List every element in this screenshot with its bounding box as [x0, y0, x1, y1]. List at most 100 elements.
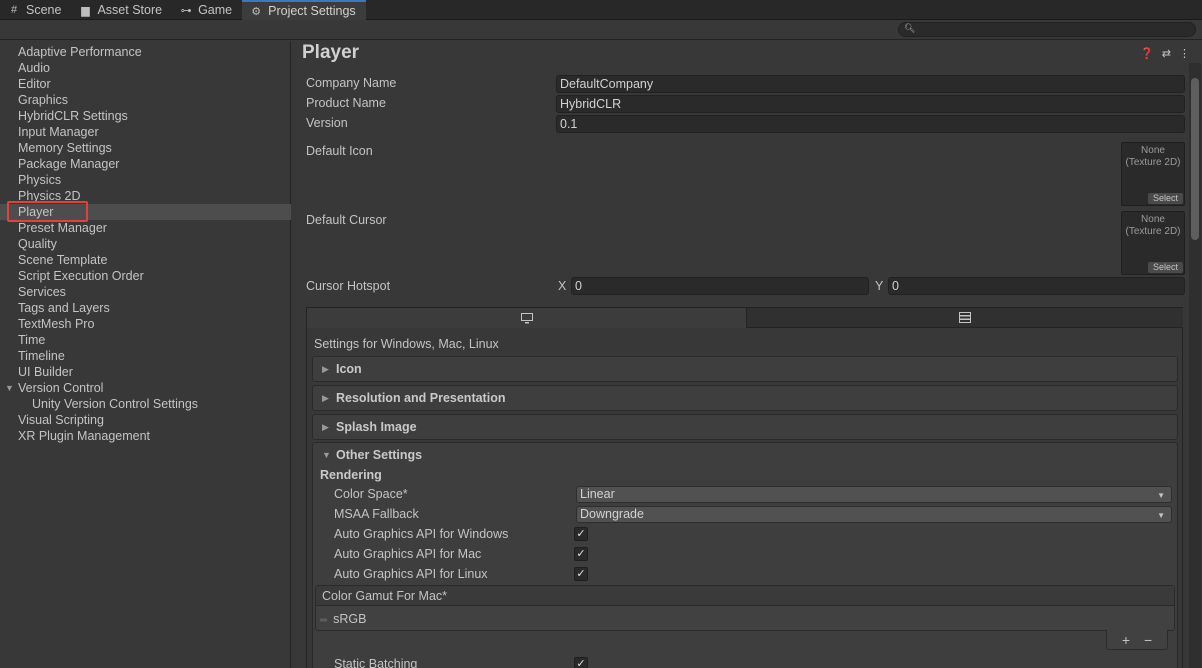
sidebar-item-scene-template[interactable]: Scene Template [0, 252, 291, 268]
sidebar-item-editor[interactable]: Editor [0, 76, 291, 92]
sidebar-item-version-control-label: Version Control [18, 381, 104, 395]
static-batching-label: Static Batching [334, 657, 418, 668]
foldout-other-settings-label: Other Settings [336, 448, 423, 462]
sidebar-item-tags-and-layers[interactable]: Tags and Layers [0, 300, 291, 316]
sidebar-item-physics[interactable]: Physics [0, 172, 291, 188]
foldout-splash[interactable]: ▶ Splash Image [312, 414, 1178, 440]
header-icons: ❓ ⇄ ⋮ [1140, 47, 1190, 60]
sidebar-item-ui-builder[interactable]: UI Builder [0, 364, 291, 380]
none-line: None [1141, 145, 1165, 156]
tab-project-settings-label: Project Settings [268, 4, 356, 18]
sidebar-item-input-manager[interactable]: Input Manager [0, 124, 291, 140]
auto-graphics-linux-checkbox[interactable]: ✓ [574, 567, 588, 581]
color-space-dropdown[interactable]: Linear ▼ [576, 486, 1172, 503]
version-label: Version [306, 116, 348, 130]
search-icon: 🔍︎ [904, 23, 916, 33]
help-icon[interactable]: ❓ [1140, 47, 1154, 60]
tab-standalone-platform[interactable] [307, 308, 746, 328]
sidebar-item-visual-scripting[interactable]: Visual Scripting [0, 412, 291, 428]
msaa-fallback-value: Downgrade [580, 507, 644, 521]
chevron-down-icon: ▼ [1157, 511, 1165, 520]
vertical-scrollbar[interactable] [1189, 63, 1201, 668]
search-row: 🔍︎ [0, 20, 1202, 40]
expanded-arrow-icon[interactable]: ▼ [5, 380, 14, 396]
player-settings-panel: Player ❓ ⇄ ⋮ Company Name DefaultCompany… [292, 41, 1202, 668]
color-gamut-item[interactable]: ═ sRGB [320, 612, 366, 626]
default-icon-none-text: None (Texture 2D) [1122, 145, 1184, 169]
tab-game-label: Game [198, 3, 233, 17]
auto-graphics-windows-checkbox[interactable]: ✓ [574, 527, 588, 541]
store-icon: ▆ [81, 4, 90, 17]
settings-sidebar: Adaptive Performance Audio Editor Graphi… [0, 41, 291, 668]
add-icon[interactable]: + [1122, 632, 1130, 648]
more-menu-icon[interactable]: ⋮ [1179, 47, 1190, 60]
presets-icon[interactable]: ⇄ [1162, 47, 1171, 60]
auto-graphics-mac-label: Auto Graphics API for Mac [334, 547, 482, 561]
search-input[interactable]: 🔍︎ [898, 22, 1196, 37]
foldout-resolution-label: Resolution and Presentation [336, 391, 506, 405]
tab-scene[interactable]: # Scene [0, 0, 71, 20]
sidebar-item-textmesh-pro[interactable]: TextMesh Pro [0, 316, 291, 332]
remove-icon[interactable]: − [1144, 632, 1152, 648]
msaa-fallback-label: MSAA Fallback [334, 507, 419, 521]
platform-caption: Settings for Windows, Mac, Linux [314, 337, 499, 351]
version-field[interactable]: 0.1 [556, 115, 1185, 133]
auto-graphics-mac-checkbox[interactable]: ✓ [574, 547, 588, 561]
sidebar-item-services[interactable]: Services [0, 284, 291, 300]
company-name-field[interactable]: DefaultCompany [556, 75, 1185, 93]
none-line: None [1141, 214, 1165, 225]
collapsed-arrow-icon: ▶ [322, 364, 329, 374]
default-icon-select-button[interactable]: Select [1148, 193, 1183, 204]
sidebar-item-audio[interactable]: Audio [0, 60, 291, 76]
sidebar-item-timeline[interactable]: Timeline [0, 348, 291, 364]
company-name-label: Company Name [306, 76, 397, 90]
hotspot-y-field[interactable]: 0 [888, 277, 1185, 295]
drag-handle-icon[interactable]: ═ [320, 615, 327, 626]
color-gamut-list: Color Gamut For Mac* ═ sRGB [315, 585, 1175, 631]
sidebar-item-memory-settings[interactable]: Memory Settings [0, 140, 291, 156]
tab-asset-store[interactable]: ▆ Asset Store [71, 0, 172, 20]
product-name-field[interactable]: HybridCLR [556, 95, 1185, 113]
sidebar-item-graphics[interactable]: Graphics [0, 92, 291, 108]
monitor-icon [520, 312, 533, 323]
gear-icon: ⚙ [251, 5, 262, 18]
sidebar-item-unity-version-control-settings[interactable]: Unity Version Control Settings [0, 396, 291, 412]
default-cursor-slot[interactable]: None (Texture 2D) Select [1121, 211, 1185, 275]
color-gamut-item-label: sRGB [333, 612, 367, 626]
texture-type-line: (Texture 2D) [1125, 157, 1181, 168]
chevron-down-icon: ▼ [1157, 491, 1165, 500]
foldout-icon[interactable]: ▶ Icon [312, 356, 1178, 382]
tab-server-platform[interactable] [746, 308, 1183, 328]
default-icon-label: Default Icon [306, 144, 373, 158]
static-batching-checkbox[interactable]: ✓ [574, 657, 588, 668]
sidebar-item-script-execution-order[interactable]: Script Execution Order [0, 268, 291, 284]
server-icon [959, 312, 971, 323]
collapsed-arrow-icon: ▶ [322, 422, 329, 432]
sidebar-item-hybridclr[interactable]: HybridCLR Settings [0, 108, 291, 124]
foldout-other-settings[interactable]: ▼ Other Settings [313, 443, 1177, 469]
sidebar-item-preset-manager[interactable]: Preset Manager [0, 220, 291, 236]
gamepad-icon: ⊶ [180, 4, 192, 17]
foldout-resolution[interactable]: ▶ Resolution and Presentation [312, 385, 1178, 411]
default-icon-slot[interactable]: None (Texture 2D) Select [1121, 142, 1185, 206]
editor-tab-bar: # Scene ▆ Asset Store ⊶ Game ⚙ Project S… [0, 0, 1202, 20]
hotspot-x-field[interactable]: 0 [571, 277, 869, 295]
product-name-label: Product Name [306, 96, 386, 110]
color-gamut-header: Color Gamut For Mac* [316, 586, 1174, 606]
sidebar-item-quality[interactable]: Quality [0, 236, 291, 252]
tab-asset-store-label: Asset Store [97, 3, 163, 17]
sidebar-item-version-control[interactable]: ▼ Version Control [0, 380, 291, 396]
sidebar-item-time[interactable]: Time [0, 332, 291, 348]
sidebar-item-adaptive-performance[interactable]: Adaptive Performance [0, 44, 291, 60]
sidebar-item-xr-plugin-management[interactable]: XR Plugin Management [0, 428, 291, 444]
tab-project-settings[interactable]: ⚙ Project Settings [242, 0, 366, 20]
default-cursor-select-button[interactable]: Select [1148, 262, 1183, 273]
auto-graphics-windows-label: Auto Graphics API for Windows [334, 527, 509, 541]
tab-game[interactable]: ⊶ Game [172, 0, 242, 20]
sidebar-item-package-manager[interactable]: Package Manager [0, 156, 291, 172]
scrollbar-thumb[interactable] [1191, 78, 1199, 240]
default-cursor-none-text: None (Texture 2D) [1122, 214, 1184, 238]
cursor-hotspot-label: Cursor Hotspot [306, 279, 391, 293]
page-title: Player [302, 42, 360, 63]
msaa-fallback-dropdown[interactable]: Downgrade ▼ [576, 506, 1172, 523]
